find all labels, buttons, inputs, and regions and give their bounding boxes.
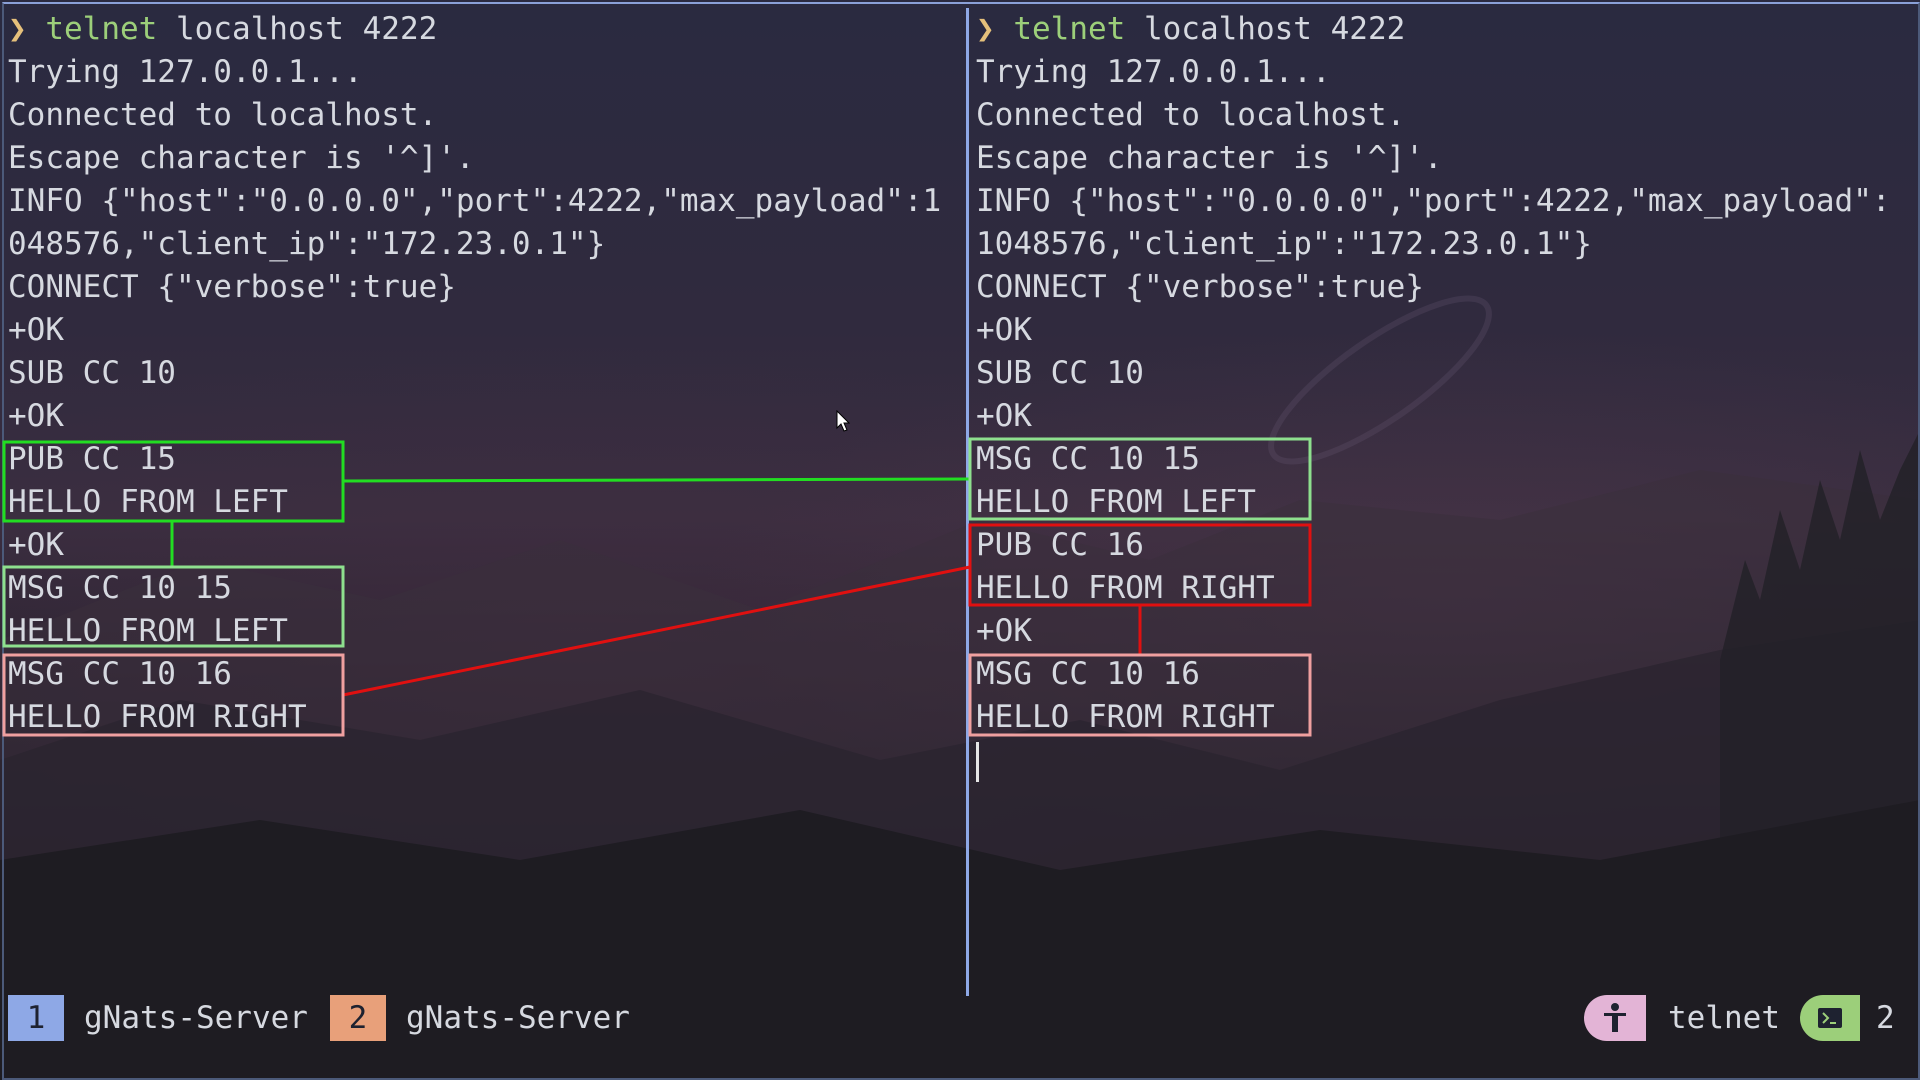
terminal-pane-left[interactable]: ❯ telnet localhost 4222 Trying 127.0.0.1.… <box>8 8 966 988</box>
terminal-line: PUB CC 16 <box>976 527 1144 563</box>
current-process-name: telnet <box>1668 1000 1780 1036</box>
terminal-line: ❯ telnet localhost 4222 <box>976 8 1916 51</box>
terminal-input-line[interactable] <box>976 739 1916 782</box>
terminal-line: +OK <box>8 312 64 348</box>
terminal-line: ❯ telnet localhost 4222 <box>8 8 966 51</box>
terminal-line: +OK <box>8 398 64 434</box>
window-tab-1-name[interactable]: gNats-Server <box>84 995 308 1041</box>
prompt-command: telnet localhost 4222 <box>45 11 438 47</box>
terminal-line: Connected to localhost. <box>976 97 1406 133</box>
terminal-line: SUB CC 10 <box>8 355 176 391</box>
terminal-line: HELLO FROM RIGHT <box>976 699 1275 735</box>
terminal-icon <box>1800 995 1860 1041</box>
terminal-line: MSG CC 10 15 <box>8 570 232 606</box>
person-icon <box>1584 995 1646 1041</box>
window-tab-2-name[interactable]: gNats-Server <box>406 995 630 1041</box>
terminal-pane-right[interactable]: ❯ telnet localhost 4222 Trying 127.0.0.1.… <box>976 8 1916 988</box>
terminal-line: Trying 127.0.0.1... <box>8 54 363 90</box>
prompt-command: telnet localhost 4222 <box>1013 11 1406 47</box>
terminal-line: Escape character is '^]'. <box>8 140 475 176</box>
terminal-line: MSG CC 10 15 <box>976 441 1200 477</box>
terminal-line: SUB CC 10 <box>976 355 1144 391</box>
mouse-cursor-icon <box>836 410 850 432</box>
terminal-line: CONNECT {"verbose":true} <box>8 269 456 305</box>
window-tab-2-number[interactable]: 2 <box>330 995 386 1041</box>
prompt-arrow-icon: ❯ <box>8 11 46 47</box>
terminal-line: MSG CC 10 16 <box>976 656 1200 692</box>
terminal-line: +OK <box>976 398 1032 434</box>
terminal-line: 048576,"client_ip":"172.23.0.1"} <box>8 226 606 262</box>
terminal-line: HELLO FROM LEFT <box>8 613 288 649</box>
terminal-line: +OK <box>8 527 64 563</box>
pane-divider[interactable] <box>966 8 969 996</box>
terminal-line: HELLO FROM LEFT <box>976 484 1256 520</box>
window-count: 2 <box>1876 1000 1895 1036</box>
terminal-line: Escape character is '^]'. <box>976 140 1443 176</box>
terminal-line: INFO {"host":"0.0.0.0","port":4222,"max_… <box>976 183 1891 219</box>
tmux-status-bar: 1 gNats-Server 2 gNats-Server telnet 2 <box>8 995 1912 1041</box>
terminal-line: HELLO FROM RIGHT <box>976 570 1275 606</box>
prompt-arrow-icon: ❯ <box>976 11 1014 47</box>
terminal-line: HELLO FROM LEFT <box>8 484 288 520</box>
terminal-line: INFO {"host":"0.0.0.0","port":4222,"max_… <box>8 183 942 219</box>
terminal-screen: ❯ telnet localhost 4222 Trying 127.0.0.1.… <box>0 0 1920 1080</box>
terminal-line: HELLO FROM RIGHT <box>8 699 307 735</box>
terminal-line: Trying 127.0.0.1... <box>976 54 1331 90</box>
terminal-line: MSG CC 10 16 <box>8 656 232 692</box>
terminal-line: 1048576,"client_ip":"172.23.0.1"} <box>976 226 1592 262</box>
terminal-line: Connected to localhost. <box>8 97 438 133</box>
terminal-line: +OK <box>976 312 1032 348</box>
terminal-line: CONNECT {"verbose":true} <box>976 269 1424 305</box>
text-cursor <box>976 741 979 782</box>
terminal-line: +OK <box>976 613 1032 649</box>
terminal-line: PUB CC 15 <box>8 441 176 477</box>
window-tab-1-number[interactable]: 1 <box>8 995 64 1041</box>
